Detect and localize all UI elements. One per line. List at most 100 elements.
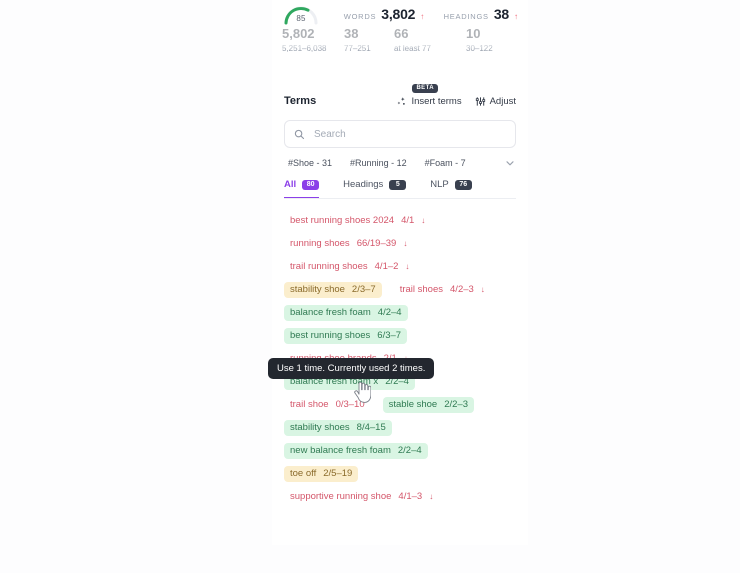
stats-row: 85 WORDS 3,802 ↑ HEADINGS 38 ↑ <box>272 0 528 28</box>
page-title: Terms <box>284 95 317 107</box>
term-row: running shoes 66/19–39 ↓ <box>284 232 516 255</box>
term-label: trail shoe <box>290 399 329 410</box>
term-chip[interactable]: best running shoes 2024 4/1 ↓ <box>284 213 431 229</box>
term-usage-count: 2/2–3 <box>444 399 468 410</box>
clipped-value-4: 10 <box>466 26 481 40</box>
tab-nlp[interactable]: NLP 76 <box>430 179 472 199</box>
stat-headings-value: 38 <box>493 6 509 22</box>
term-label: stability shoe <box>290 284 345 295</box>
decrease-arrow-icon: ↓ <box>403 239 408 248</box>
stat-words-value: 3,802 <box>381 6 416 22</box>
chevron-down-icon <box>506 161 514 166</box>
term-usage-count: 4/1–3 <box>398 491 423 502</box>
term-row: toe off 2/5–19 <box>284 462 516 485</box>
term-row: trail running shoes 4/1–2 ↓ <box>284 255 516 278</box>
range-paragraphs: at least 77 <box>394 43 431 53</box>
tab-all[interactable]: All 80 <box>284 179 320 199</box>
term-label: stability shoes <box>290 422 350 433</box>
tabs-divider <box>284 198 516 199</box>
search-area <box>272 114 528 148</box>
decrease-arrow-icon: ↓ <box>421 216 426 225</box>
term-row: stability shoe 2/3–7 trail shoes 4/2–3 ↓ <box>284 278 516 301</box>
term-usage-count: 4/1–2 <box>374 261 399 272</box>
term-chip[interactable]: supportive running shoe 4/1–3 ↓ <box>284 489 439 505</box>
stat-words: WORDS 3,802 ↑ <box>344 6 425 22</box>
term-chip[interactable]: toe off 2/5–19 <box>284 465 359 482</box>
expand-tags-button[interactable] <box>504 157 516 169</box>
tab-headings[interactable]: Headings 5 <box>343 179 407 199</box>
term-chip[interactable]: new balance fresh foam 2/2–4 <box>284 442 428 459</box>
tag-chip-foam[interactable]: #Foam - 7 <box>421 156 470 170</box>
term-usage-count: 4/2–4 <box>377 307 402 318</box>
term-label: best running shoes 2024 <box>290 215 395 226</box>
tab-headings-badge: 5 <box>389 179 407 190</box>
term-chip[interactable]: trail shoes 4/2–3 ↓ <box>394 282 491 298</box>
content-score-value: 85 <box>296 14 306 23</box>
term-row: supportive running shoe 4/1–3 ↓ <box>284 485 516 508</box>
mouse-cursor <box>354 381 372 408</box>
tab-headings-label: Headings <box>343 179 384 190</box>
term-row: best running shoes 6/3–7 <box>284 324 516 347</box>
term-usage-count: 8/4–15 <box>356 422 386 433</box>
term-usage-count: 66/19–39 <box>356 238 397 249</box>
decrease-arrow-icon: ↓ <box>429 492 434 501</box>
term-chip[interactable]: balance fresh foam 4/2–4 <box>284 304 408 321</box>
tag-chip-running[interactable]: #Running - 12 <box>346 156 411 170</box>
term-label: stable shoe <box>388 399 438 410</box>
term-usage-count: 6/3–7 <box>377 330 402 341</box>
search-box[interactable] <box>284 120 516 148</box>
term-chip[interactable]: trail running shoes 4/1–2 ↓ <box>284 259 415 275</box>
insert-terms-button[interactable]: BETA Insert terms <box>396 83 462 107</box>
adjust-button[interactable]: Adjust <box>475 96 516 107</box>
term-chip[interactable]: best running shoes 6/3–7 <box>284 327 408 344</box>
decrease-arrow-icon: ↓ <box>480 285 485 294</box>
term-usage-count: 4/1 <box>401 215 415 226</box>
search-icon <box>294 129 305 140</box>
term-label: running shoes <box>290 238 350 249</box>
term-row: trail shoe 0/3–10 stable shoe 2/2–3 <box>284 393 516 416</box>
stat-headings-label: HEADINGS <box>443 12 489 21</box>
stat-words-label: WORDS <box>343 12 377 21</box>
term-chip[interactable]: running shoes 66/19–39 ↓ <box>284 236 413 252</box>
decrease-arrow-icon: ↓ <box>405 262 410 271</box>
clipped-value-1: 5,802 <box>282 26 315 40</box>
stats-ranges-row: 5,251–6,038 77–251 at least 77 30–122 <box>272 40 528 56</box>
term-chip[interactable]: stability shoe 2/3–7 <box>284 281 382 298</box>
term-row: stability shoes 8/4–15 <box>284 416 516 439</box>
terms-list: best running shoes 2024 4/1 ↓ running shoes… <box>272 199 528 508</box>
stat-words-arrow-icon: ↑ <box>420 12 425 21</box>
content-score-gauge: 85 <box>282 1 320 27</box>
tag-chip-shoe[interactable]: #Shoe - 31 <box>284 156 336 170</box>
range-images: 30–122 <box>466 43 493 53</box>
term-row: balance fresh foam 4/2–4 <box>284 301 516 324</box>
insert-terms-label: Insert terms <box>411 95 462 107</box>
app-root: 85 WORDS 3,802 ↑ HEADINGS 38 ↑ 5,802 38 … <box>0 0 740 573</box>
term-label: trail running shoes <box>290 261 368 272</box>
term-label: balance fresh foam <box>290 307 371 318</box>
stats-row-clipped: 5,802 38 66 10 <box>272 26 528 40</box>
search-input[interactable] <box>312 127 506 141</box>
tab-nlp-badge: 76 <box>454 179 472 190</box>
term-usage-count: 2/2–4 <box>397 445 422 456</box>
sliders-icon <box>475 96 486 107</box>
sparkle-icon <box>396 96 407 107</box>
term-label: best running shoes <box>290 330 371 341</box>
term-usage-count: 2/5–19 <box>323 468 353 479</box>
term-label: trail shoes <box>399 284 444 295</box>
range-headings: 77–251 <box>344 43 371 53</box>
tab-nlp-label: NLP <box>430 179 449 190</box>
clipped-value-3: 66 <box>394 26 409 40</box>
usage-tooltip: Use 1 time. Currently used 2 times. <box>268 358 435 379</box>
stat-headings: HEADINGS 38 ↑ <box>444 6 518 22</box>
stat-headings-arrow-icon: ↑ <box>514 12 518 21</box>
term-usage-count: 2/3–7 <box>351 284 376 295</box>
term-usage-count: 4/2–3 <box>450 284 474 295</box>
terms-panel: 85 WORDS 3,802 ↑ HEADINGS 38 ↑ 5,802 38 … <box>272 0 528 545</box>
term-row: best running shoes 2024 4/1 ↓ <box>284 209 516 232</box>
term-chip[interactable]: stable shoe 2/2–3 <box>382 396 474 413</box>
terms-tabs: All 80 Headings 5 NLP 76 <box>272 170 528 199</box>
term-label: supportive running shoe <box>290 491 392 502</box>
term-chip[interactable]: stability shoes 8/4–15 <box>284 419 392 436</box>
beta-badge: BETA <box>412 83 438 93</box>
term-row: new balance fresh foam 2/2–4 <box>284 439 516 462</box>
